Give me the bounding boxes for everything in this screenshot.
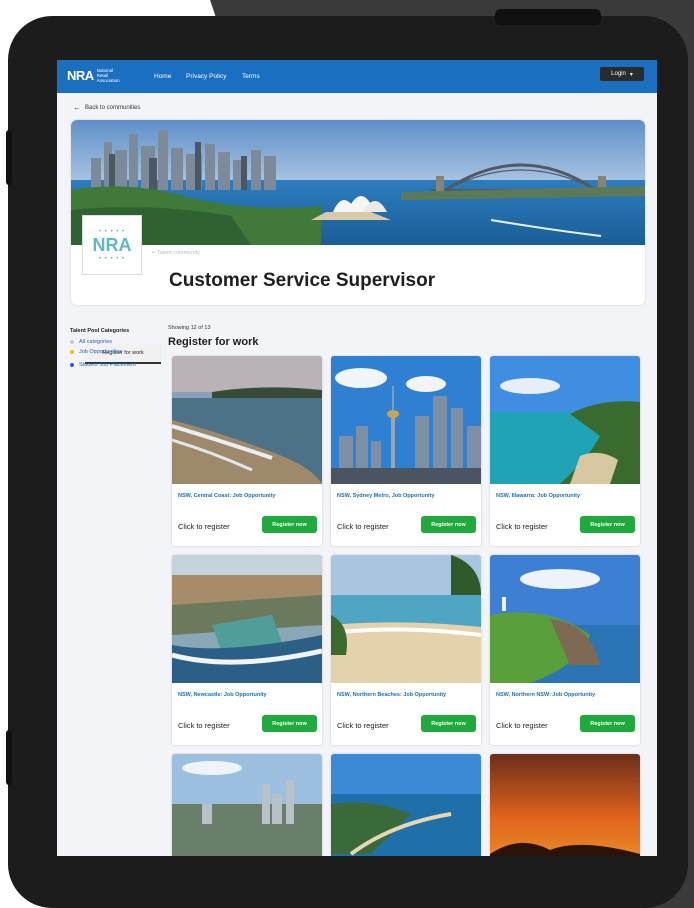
community-header-card: • • • • • NRA • • • • • ➢ Talent communi… [71, 120, 645, 364]
category-dot-icon [70, 340, 74, 344]
arrow-left-icon: ← [73, 103, 81, 112]
logo-sub-line: Association [96, 78, 120, 83]
card-image-bay [331, 754, 481, 856]
organisation-logo: • • • • • NRA • • • • • [82, 215, 142, 275]
register-now-button[interactable]: Register now [421, 715, 476, 732]
job-card[interactable]: NSW, Central Coast: Job Opportunity Clic… [172, 356, 322, 546]
job-card[interactable] [172, 754, 322, 856]
register-now-button[interactable]: Register now [580, 516, 635, 533]
top-navigation-bar: NRA National Retail Association Home Pri… [57, 60, 657, 93]
category-item-student-placement[interactable]: Student Job Placement [70, 362, 136, 368]
talent-community-label: Talent community [157, 250, 200, 256]
section-title: Register for work [168, 336, 259, 348]
job-card[interactable] [490, 754, 640, 856]
sydney-harbour-banner [71, 120, 645, 245]
job-card[interactable]: NSW, Northern Beaches: Job Opportunity C… [331, 555, 481, 745]
caret-down-icon: ▾ [629, 71, 633, 78]
card-image-cliff [490, 356, 640, 484]
sidebar-title: Talent Pool Categories [70, 328, 130, 334]
card-image-sunset [490, 754, 640, 856]
register-now-button[interactable]: Register now [421, 516, 476, 533]
category-dot-icon [70, 363, 74, 367]
card-location[interactable]: NSW, Northern Beaches: Job Opportunity [337, 692, 446, 698]
tablet-top-button [495, 9, 601, 25]
nav-privacy-link[interactable]: Privacy Policy [186, 73, 226, 80]
card-image-town [172, 754, 322, 856]
tablet-side-button [6, 730, 12, 785]
back-link-label: Back to communities [85, 104, 141, 111]
logo-text: NRA [67, 68, 94, 83]
category-item-job-opportunities[interactable]: Job Opportunities [70, 349, 136, 355]
nav-terms-link[interactable]: Terms [242, 73, 260, 80]
card-cta-text: Click to register [178, 522, 230, 531]
category-label: Job Opportunities [79, 349, 123, 355]
card-location[interactable]: NSW, Newcastle: Job Opportunity [178, 692, 267, 698]
job-card[interactable]: NSW, Illawarra: Job Opportunity Click to… [490, 356, 640, 546]
login-label: Login [611, 71, 626, 77]
nav-home-link[interactable]: Home [154, 73, 171, 80]
category-item-all[interactable]: All categories [70, 339, 136, 345]
card-cta-text: Click to register [337, 522, 389, 531]
category-dot-icon [70, 350, 74, 354]
job-card[interactable]: NSW, Newcastle: Job Opportunity Click to… [172, 555, 322, 745]
card-location[interactable]: NSW, Central Coast: Job Opportunity [178, 493, 275, 499]
results-count: Showing 12 of 13 [168, 325, 211, 331]
card-location[interactable]: NSW, Illawarra: Job Opportunity [496, 493, 580, 499]
tablet-side-button [6, 130, 12, 185]
login-button[interactable]: Login ▾ [600, 67, 644, 81]
talent-community-link[interactable]: ➢ Talent community [151, 250, 200, 256]
card-image-headland [490, 555, 640, 683]
card-cta-text: Click to register [337, 721, 389, 730]
card-location[interactable]: NSW, Northern NSW: Job Opportunity [496, 692, 595, 698]
dotted-arc-icon: • • • • • [98, 255, 126, 262]
register-now-button[interactable]: Register now [262, 516, 317, 533]
site-logo[interactable]: NRA National Retail Association [67, 68, 120, 83]
job-card[interactable] [331, 754, 481, 856]
category-sidebar: Talent Pool Categories All categories Jo… [70, 328, 136, 372]
logo-subtitle: National Retail Association [97, 68, 120, 83]
job-card[interactable]: NSW, Sydney Metro, Job Opportunity Click… [331, 356, 481, 546]
card-cta-text: Click to register [178, 721, 230, 730]
register-now-button[interactable]: Register now [580, 715, 635, 732]
card-image-coast [172, 356, 322, 484]
card-image-pool [172, 555, 322, 683]
card-cta-text: Click to register [496, 522, 548, 531]
card-image-beach [331, 555, 481, 683]
card-location[interactable]: NSW, Sydney Metro, Job Opportunity [337, 493, 434, 499]
card-image-city [331, 356, 481, 484]
page-title: Customer Service Supervisor [169, 270, 436, 291]
category-label: Student Job Placement [79, 362, 136, 368]
card-cta-text: Click to register [496, 721, 548, 730]
register-now-button[interactable]: Register now [262, 715, 317, 732]
org-logo-text: NRA [92, 234, 132, 255]
app-screen: NRA National Retail Association Home Pri… [57, 60, 657, 856]
share-icon: ➢ [151, 250, 156, 256]
job-card[interactable]: NSW, Northern NSW: Job Opportunity Click… [490, 555, 640, 745]
back-to-communities-link[interactable]: ← Back to communities [73, 103, 140, 112]
category-label: All categories [79, 339, 113, 345]
